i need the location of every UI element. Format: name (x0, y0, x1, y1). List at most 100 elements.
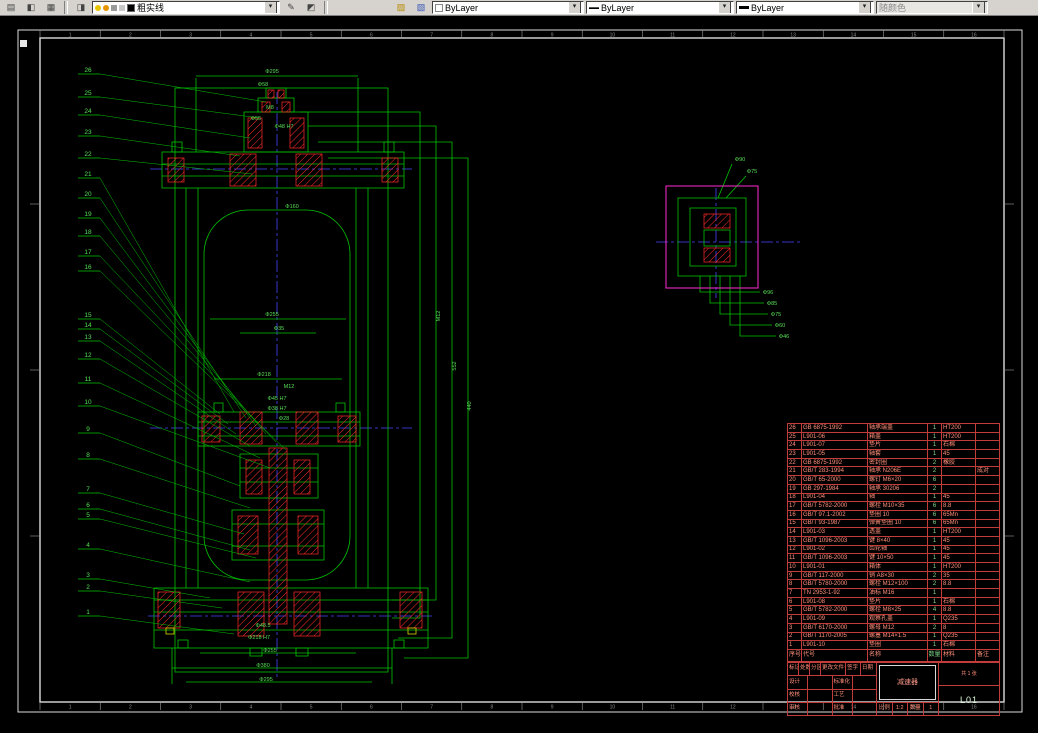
zone-number: 8 (490, 705, 493, 711)
layer-states-icon[interactable]: ◧ (22, 0, 40, 15)
zone-number: 14 (851, 33, 857, 39)
dimension-label: Φ75 (771, 312, 782, 318)
bom-cell: 1 (928, 441, 942, 450)
change-header-cell: 标记 (788, 663, 799, 676)
role-label: 设计 (788, 676, 808, 689)
balloon-label: 17 (84, 249, 92, 256)
dimension-label: Φ218 (257, 372, 271, 378)
bom-cell: GB/T 1096-2003 (802, 554, 868, 562)
balloon-label: 1 (86, 609, 90, 616)
change-header-cell: 分区 (810, 663, 821, 676)
bom-cell: GB/T 5780-2000 (802, 580, 868, 589)
bom-cell: 15 (788, 519, 802, 528)
zone-number: 13 (790, 33, 796, 39)
change-header-cell: 日期 (862, 665, 874, 672)
bom-row: 4 L901-09 观察孔盖 1 Q235 (788, 614, 999, 623)
dimension-label: M12 (284, 384, 295, 390)
balloon-label: 4 (86, 542, 90, 549)
bom-row: 11 GB/T 1096-2003 键 10×50 1 45 (788, 553, 999, 562)
bom-row: 20 GB/T 65-2000 螺钉 M6×20 6 (788, 475, 999, 484)
bom-cell: 4 (928, 606, 942, 615)
color-value-label: ByLayer (445, 2, 479, 13)
drawing-canvas[interactable]: 1 1 2 2 3 3 4 4 5 5 6 6 7 7 8 8 9 9 10 10 11 11 12 12 13 13 14 14 15… (0, 16, 1038, 733)
bom-cell: GB/T 93-1987 (802, 519, 868, 528)
bom-cell: 22 (788, 458, 802, 467)
bom-cell: 6 (928, 519, 942, 528)
bom-cell: L901-09 (802, 615, 868, 623)
bom-cell: 8 (942, 623, 976, 632)
bom-cell: L901-02 (802, 545, 868, 554)
bom-cell: 21 (788, 467, 802, 476)
bom-cell: 销 A8×30 (868, 571, 928, 580)
bom-cell: 6 (928, 502, 942, 510)
layer-freeze-icon[interactable]: ▦ (42, 0, 60, 15)
bom-cell (976, 494, 999, 502)
bom-cell: 1 (928, 597, 942, 606)
bom-cell: 1 (928, 424, 942, 432)
layer-dropdown-arrow[interactable]: ▾ (264, 2, 277, 13)
bom-cell: 垫片 (868, 441, 928, 450)
plotstyle-dropdown-arrow[interactable]: ▾ (972, 2, 985, 13)
bom-cell: 4 (788, 615, 802, 623)
bom-cell: 1 (928, 528, 942, 536)
bom-cell: 1 (928, 432, 942, 441)
color-swatch (435, 3, 443, 12)
bom-header-row: 序号 代号 名称 数量 材料 备注 (788, 648, 999, 661)
bom-cell: 35 (942, 571, 976, 580)
lineweight-dropdown[interactable]: ByLayer ▾ (736, 1, 874, 14)
bom-cell: 20 (788, 476, 802, 484)
linetype-dropdown-arrow[interactable]: ▾ (718, 2, 731, 13)
bom-cell: HT200 (942, 424, 976, 432)
color-dropdown[interactable]: ByLayer ▾ (432, 1, 584, 14)
plotstyle-dropdown[interactable]: 随颜色 ▾ (876, 1, 988, 14)
make-layer-current-icon[interactable]: ✎ (282, 0, 300, 15)
lineweight-value-label: ByLayer (751, 2, 785, 13)
bom-cell: L901-01 (802, 563, 868, 571)
bom-cell: 备注 (977, 652, 990, 659)
color-dropdown-arrow[interactable]: ▾ (568, 2, 581, 13)
bom-cell: GB 6875-1992 (802, 458, 868, 467)
layer-previous-icon[interactable]: ◩ (302, 0, 320, 15)
balloon-label: 16 (84, 264, 92, 271)
bom-cell: 垫圈 (868, 641, 928, 649)
zone-number: 12 (730, 33, 736, 39)
bom-cell (976, 441, 999, 449)
bom-cell: 13 (788, 536, 802, 545)
bom-cell: 1 (928, 450, 942, 458)
layer-on-off-icon[interactable]: ◨ (72, 0, 90, 15)
balloon-label: 19 (84, 211, 92, 218)
bom-cell: 1 (928, 554, 942, 562)
bom-cell: 16 (788, 510, 802, 519)
layer-on-icon (95, 4, 101, 11)
dimension-label: Φ35 (274, 326, 285, 332)
color-control-icon[interactable]: ▧ (412, 0, 430, 15)
bom-cell: L901-03 (802, 528, 868, 536)
qty-value: 1 (929, 705, 933, 712)
toolbar-separator (324, 1, 328, 14)
bom-cell: L901-04 (802, 493, 868, 502)
bom-cell: 螺栓 M8×25 (868, 606, 928, 615)
change-header-cell: 签字 (846, 663, 861, 676)
bom-cell: 25 (788, 432, 802, 441)
bom-row: 15 GB/T 93-1987 弹簧垫圈 10 6 65Mn (788, 518, 999, 528)
bom-cell: 12 (788, 545, 802, 554)
linetype-dropdown[interactable]: ByLayer ▾ (586, 1, 734, 14)
scale-label: 比例 (877, 703, 893, 715)
bom-table: 26 GB 6875-1992 轴承端盖 1 HT200 25 L901-06 箱盖 1 HT20… (787, 423, 1000, 662)
bom-cell (976, 424, 999, 432)
signature-cell (808, 702, 833, 715)
bom-cell: 8 (788, 580, 802, 589)
balloon-label: 20 (84, 191, 92, 198)
bom-cell: 代号 (802, 649, 868, 661)
signature-row: 校核 工艺 (788, 688, 876, 702)
match-properties-icon[interactable]: ▨ (392, 0, 410, 15)
bom-cell (976, 537, 999, 545)
role-label: 校核 (788, 689, 808, 702)
bom-cell: 6 (788, 597, 802, 606)
lineweight-dropdown-arrow[interactable]: ▾ (858, 2, 871, 13)
layer-manager-icon[interactable]: ▤ (2, 0, 20, 15)
layer-dropdown[interactable]: 粗实线 ▾ (92, 1, 280, 14)
dimension-label: Φ160 (285, 204, 299, 210)
bom-row: 22 GB 6875-1992 密封圈 2 橡胶 (788, 457, 999, 467)
scale-value: 1:2 (893, 703, 908, 715)
